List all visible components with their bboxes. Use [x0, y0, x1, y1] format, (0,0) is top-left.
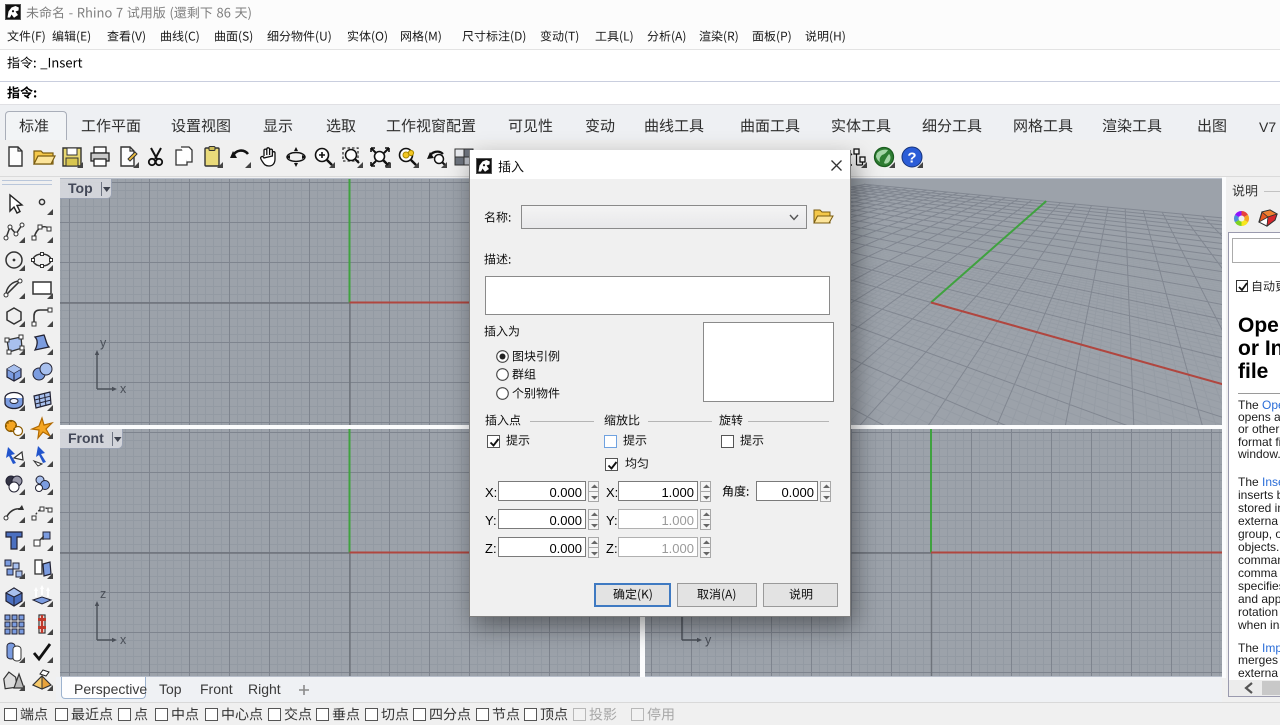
svg-text:?: ?: [907, 150, 916, 167]
svg-text:x: x: [120, 633, 127, 647]
svg-text:y: y: [705, 633, 712, 647]
svg-text:x: x: [120, 382, 127, 396]
svg-text:y: y: [100, 336, 107, 350]
svg-text:z: z: [100, 587, 106, 601]
